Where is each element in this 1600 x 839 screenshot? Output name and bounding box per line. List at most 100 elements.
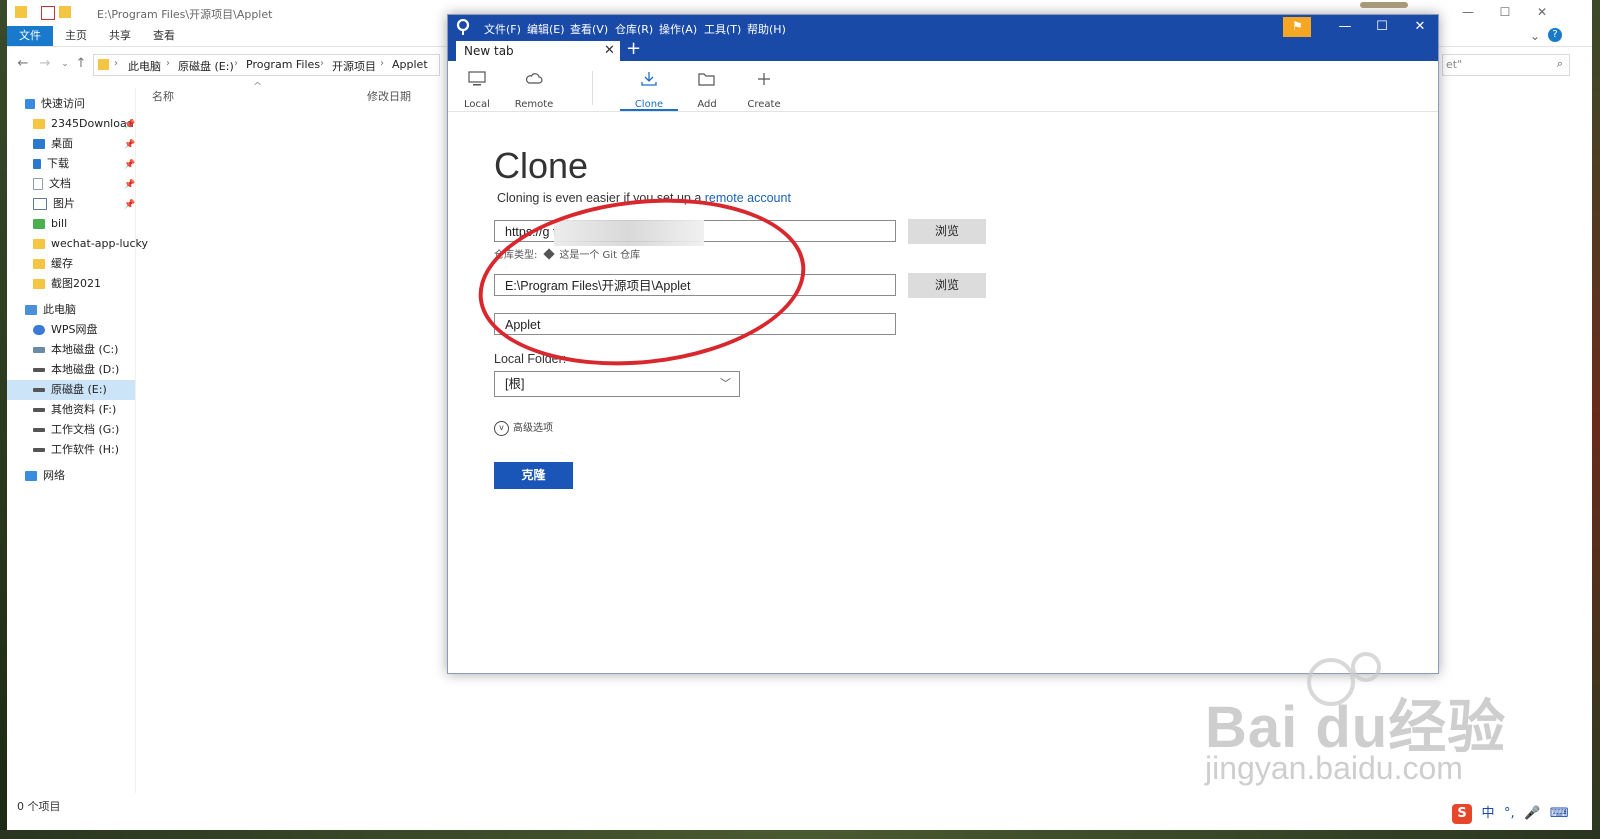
tab-home[interactable]: 主页: [53, 26, 99, 46]
menu-help[interactable]: 帮助(H): [747, 21, 786, 37]
nav-drive-h[interactable]: 工作软件 (H:): [33, 440, 119, 460]
folder-icon: [15, 6, 27, 18]
browse-destination-button[interactable]: 浏览: [908, 273, 986, 298]
back-icon[interactable]: ←: [15, 56, 31, 72]
nav-drive-d[interactable]: 本地磁盘 (D:): [33, 360, 119, 380]
minimize-icon[interactable]: —: [1335, 19, 1355, 35]
tool-remote[interactable]: Remote: [505, 67, 563, 111]
pin-icon[interactable]: 📌: [124, 200, 135, 210]
maximize-icon[interactable]: ☐: [1497, 4, 1513, 20]
nav-wps-cloud[interactable]: WPS网盘: [33, 320, 98, 340]
window-title: E:\Program Files\开源项目\Applet: [97, 8, 273, 21]
nav-label: 工作软件 (H:): [51, 443, 120, 456]
tab-share[interactable]: 共享: [97, 26, 143, 46]
nav-pictures[interactable]: 图片: [33, 194, 75, 214]
microphone-icon[interactable]: 🎤: [1524, 806, 1540, 821]
pin-icon[interactable]: 📌: [124, 160, 135, 170]
desktop-icon: [33, 139, 45, 149]
pictures-icon: [33, 198, 47, 210]
ime-mode[interactable]: 中: [1482, 802, 1495, 821]
browse-source-button[interactable]: 浏览: [908, 219, 986, 244]
pin-icon[interactable]: 📌: [124, 120, 135, 130]
breadcrumb-drive-e[interactable]: 原磁盘 (E:): [178, 58, 234, 74]
nav-downloads[interactable]: 下载: [33, 154, 69, 174]
tool-label: Add: [697, 99, 717, 110]
plus-icon: [758, 73, 770, 85]
recent-dropdown-icon[interactable]: ⌄: [57, 56, 73, 72]
nav-network[interactable]: 网络: [25, 466, 65, 486]
pane-divider: [135, 88, 136, 793]
menu-file[interactable]: 文件(F): [484, 21, 521, 37]
tool-label: Local: [464, 99, 490, 110]
nav-drive-c[interactable]: 本地磁盘 (C:): [33, 340, 118, 360]
address-bar[interactable]: › 此电脑 › 原磁盘 (E:) › Program Files › 开源项目 …: [93, 54, 440, 76]
nav-bill[interactable]: bill: [33, 214, 67, 234]
download-icon: [33, 159, 41, 169]
nav-wechat-app-lucky[interactable]: wechat-app-lucky: [33, 234, 148, 254]
pin-icon[interactable]: 📌: [124, 140, 135, 150]
keyboard-icon[interactable]: ⌨: [1550, 806, 1569, 821]
minimize-icon[interactable]: —: [1460, 4, 1476, 20]
menu-actions[interactable]: 操作(A): [659, 21, 697, 37]
menu-view[interactable]: 查看(V): [570, 21, 608, 37]
search-text: et": [1446, 58, 1463, 71]
nav-documents[interactable]: 文档: [33, 174, 71, 194]
column-name[interactable]: 名称: [152, 88, 174, 104]
nav-this-pc[interactable]: 此电脑: [25, 300, 76, 320]
new-folder-icon[interactable]: [59, 6, 71, 18]
nav-label: 截图2021: [51, 277, 101, 290]
column-modified[interactable]: 修改日期: [367, 88, 411, 104]
nav-screenshots-2021[interactable]: 截图2021: [33, 274, 101, 294]
nav-drive-g[interactable]: 工作文档 (G:): [33, 420, 119, 440]
tool-clone[interactable]: Clone: [620, 67, 678, 111]
cloud-icon: [525, 73, 543, 84]
sogou-ime-icon[interactable]: S: [1452, 804, 1472, 824]
close-icon[interactable]: ✕: [1534, 4, 1550, 20]
close-tab-icon[interactable]: ✕: [604, 43, 615, 58]
tool-add[interactable]: Add: [678, 67, 736, 111]
menu-repository[interactable]: 仓库(R): [615, 21, 653, 37]
desktop-background-right: [1592, 0, 1600, 839]
maximize-icon[interactable]: ☐: [1372, 19, 1392, 35]
nav-label: 快速访问: [41, 97, 85, 110]
local-folder-select[interactable]: [根] ﹀: [494, 371, 740, 397]
tool-create[interactable]: Create: [735, 67, 793, 111]
chevron-down-icon[interactable]: ⌄: [1527, 28, 1543, 44]
nav-desktop[interactable]: 桌面: [33, 134, 73, 154]
nav-cache[interactable]: 缓存: [33, 254, 73, 274]
scroll-thumb[interactable]: [1360, 2, 1408, 8]
add-tab-icon[interactable]: +: [626, 39, 641, 59]
nav-drive-e[interactable]: 原磁盘 (E:): [7, 380, 135, 400]
flag-button[interactable]: ⚑: [1283, 17, 1311, 37]
nav-drive-f[interactable]: 其他资料 (F:): [33, 400, 116, 420]
properties-icon[interactable]: [41, 6, 55, 20]
tool-local[interactable]: Local: [448, 67, 506, 111]
breadcrumb-open-source[interactable]: 开源项目: [332, 58, 376, 74]
nav-2345download[interactable]: 2345Download: [33, 114, 134, 134]
help-icon[interactable]: ?: [1548, 28, 1562, 42]
tab-view[interactable]: 查看: [141, 26, 187, 46]
tab-new-tab[interactable]: New tab ✕: [456, 41, 620, 61]
breadcrumb-applet[interactable]: Applet: [392, 58, 428, 71]
search-input[interactable]: et" ⌕: [1442, 54, 1570, 76]
clone-button[interactable]: 克隆: [494, 462, 573, 489]
pin-icon[interactable]: 📌: [124, 180, 135, 190]
forward-icon[interactable]: →: [37, 56, 53, 72]
drive-icon: [33, 428, 45, 432]
nav-label: 此电脑: [43, 303, 76, 316]
nav-label: 工作文档 (G:): [51, 423, 120, 436]
menu-edit[interactable]: 编辑(E): [527, 21, 565, 37]
tab-file[interactable]: 文件: [7, 26, 53, 46]
punctuation-mode[interactable]: °,: [1504, 806, 1515, 821]
nav-quick-access[interactable]: 快速访问: [25, 94, 85, 114]
star-icon: [25, 99, 35, 109]
advanced-options-toggle[interactable]: v 高级选项: [494, 419, 553, 436]
sort-arrow-icon: ^: [253, 80, 263, 93]
nav-label: 下载: [47, 157, 69, 170]
close-icon[interactable]: ✕: [1410, 19, 1430, 35]
up-icon[interactable]: ↑: [73, 56, 89, 72]
breadcrumb-program-files[interactable]: Program Files: [246, 58, 320, 71]
tool-label: Remote: [514, 99, 554, 110]
menu-tools[interactable]: 工具(T): [704, 21, 741, 37]
breadcrumb-this-pc[interactable]: 此电脑: [128, 58, 161, 74]
